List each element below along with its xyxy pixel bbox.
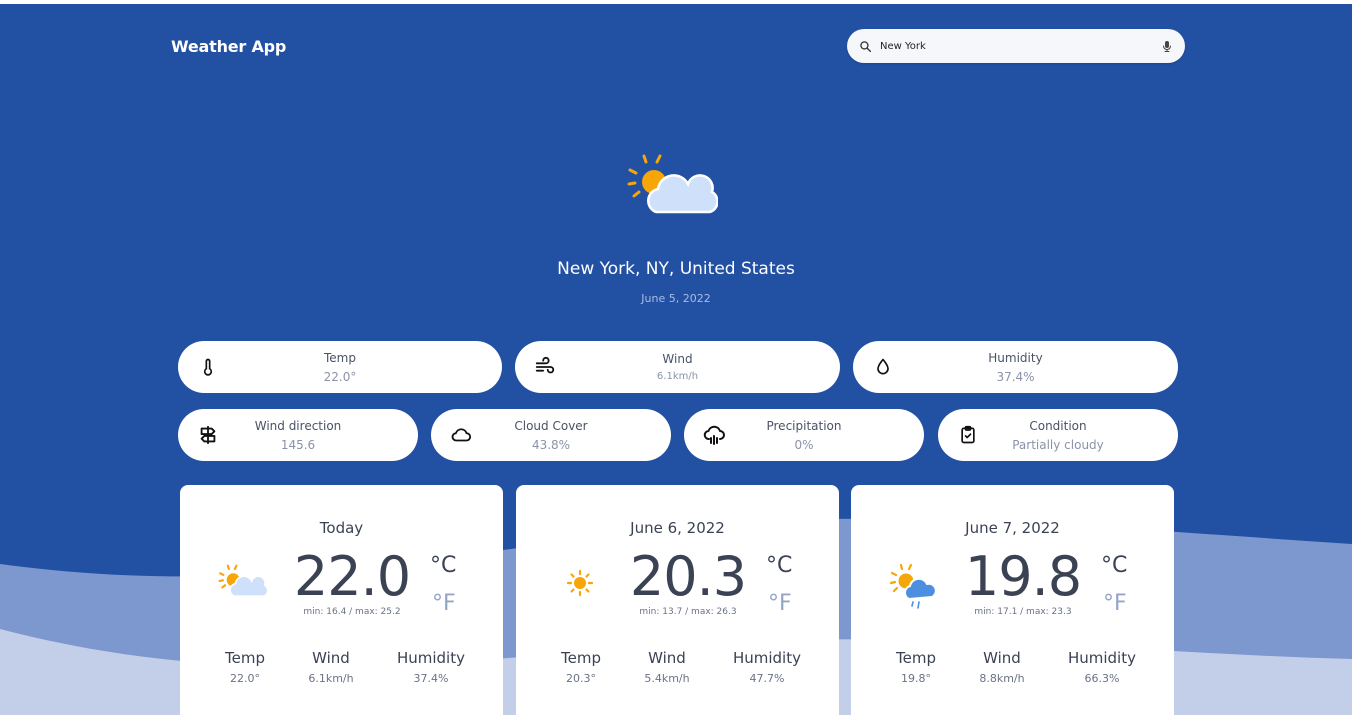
cloud-icon — [449, 423, 473, 447]
forecast-date: Today — [319, 519, 364, 537]
droplet-icon — [871, 355, 895, 379]
clipboard-check-icon — [956, 423, 980, 447]
partly-cloudy-icon — [626, 152, 719, 224]
stat-label: Humidity — [1067, 649, 1136, 667]
forecast-minmax: min: 13.7 / max: 26.3 — [639, 607, 737, 617]
fahrenheit-toggle[interactable]: °F — [432, 591, 456, 616]
stat-value: 8.8km/h — [979, 672, 1025, 685]
partly-cloudy-icon — [218, 563, 269, 605]
celsius-toggle[interactable]: °C — [430, 553, 456, 578]
forecast-temp: 22.0 — [293, 545, 411, 608]
stat-value: 20.3° — [565, 672, 596, 685]
forecast-minmax: min: 16.4 / max: 25.2 — [303, 607, 401, 617]
forecast-card: Today 22.0 min: 16.4 / max: 25.2 °C °F T… — [180, 485, 503, 715]
stat-value: 22.0° — [229, 672, 260, 685]
celsius-toggle[interactable]: °C — [766, 553, 792, 578]
search-icon — [859, 40, 872, 53]
forecast-date: June 6, 2022 — [630, 519, 725, 537]
metric-cloud-cover: Cloud Cover 43.8% — [431, 409, 671, 461]
stat-label: Wind — [648, 649, 686, 667]
sun-icon — [566, 569, 594, 601]
metric-wind-direction: Wind direction 145.6 — [178, 409, 418, 461]
stat-value: 47.7% — [749, 672, 785, 685]
forecast-card: June 7, 2022 19.8 min: 17.1 / max: 23.3 … — [851, 485, 1174, 715]
metric-label: Humidity — [988, 350, 1043, 365]
metric-humidity: Humidity 37.4% — [853, 341, 1178, 393]
stat-value: 6.1km/h — [308, 672, 354, 685]
forecast-temp: 19.8 — [964, 545, 1082, 608]
forecast-card: June 6, 2022 20.3 min: 13.7 / max: 26.3 … — [516, 485, 839, 715]
fahrenheit-toggle[interactable]: °F — [768, 591, 792, 616]
wind-icon — [533, 355, 557, 379]
forecast-date: June 7, 2022 — [965, 519, 1060, 537]
metric-value: 22.0° — [323, 369, 357, 384]
thermometer-icon — [196, 355, 220, 379]
metric-condition: Condition Partially cloudy — [938, 409, 1178, 461]
forecast-minmax: min: 17.1 / max: 23.3 — [974, 607, 1072, 617]
search-input[interactable] — [880, 40, 1161, 52]
microphone-icon[interactable] — [1161, 40, 1173, 53]
forecast-temp: 20.3 — [629, 545, 747, 608]
stat-value: 66.3% — [1084, 672, 1120, 685]
signpost-icon — [196, 423, 220, 447]
stat-label: Humidity — [732, 649, 801, 667]
stat-label: Wind — [312, 649, 350, 667]
stat-label: Temp — [225, 649, 265, 667]
stat-value: 37.4% — [413, 672, 449, 685]
app-title: Weather App — [171, 37, 287, 56]
metric-wind: Wind 6.1km/h — [515, 341, 840, 393]
metric-temp: Temp 22.0° — [178, 341, 502, 393]
cloud-rain-icon — [702, 423, 726, 447]
metric-value: 37.4% — [996, 369, 1035, 384]
search-bar[interactable] — [847, 29, 1185, 63]
forecast-stats: Temp 19.8° Wind 8.8km/h Humidity 66.3% — [896, 649, 1136, 685]
metric-value: 6.1km/h — [656, 371, 699, 382]
stat-label: Temp — [896, 649, 936, 667]
location-title: New York, NY, United States — [557, 259, 795, 279]
stat-label: Temp — [561, 649, 601, 667]
current-date: June 5, 2022 — [641, 292, 711, 305]
stat-label: Wind — [983, 649, 1021, 667]
stat-value: 19.8° — [900, 672, 931, 685]
celsius-toggle[interactable]: °C — [1101, 553, 1127, 578]
metric-precipitation: Precipitation 0% — [684, 409, 924, 461]
stat-value: 5.4km/h — [644, 672, 690, 685]
fahrenheit-toggle[interactable]: °F — [1103, 591, 1127, 616]
sun-cloud-rain-icon — [889, 563, 937, 615]
stat-label: Humidity — [396, 649, 465, 667]
metric-label: Temp — [324, 350, 356, 365]
metric-label: Wind — [662, 352, 693, 366]
forecast-stats: Temp 22.0° Wind 6.1km/h Humidity 37.4% — [225, 649, 465, 685]
forecast-stats: Temp 20.3° Wind 5.4km/h Humidity 47.7% — [561, 649, 801, 685]
weather-app: Weather App New York, NY, United States … — [0, 4, 1352, 715]
